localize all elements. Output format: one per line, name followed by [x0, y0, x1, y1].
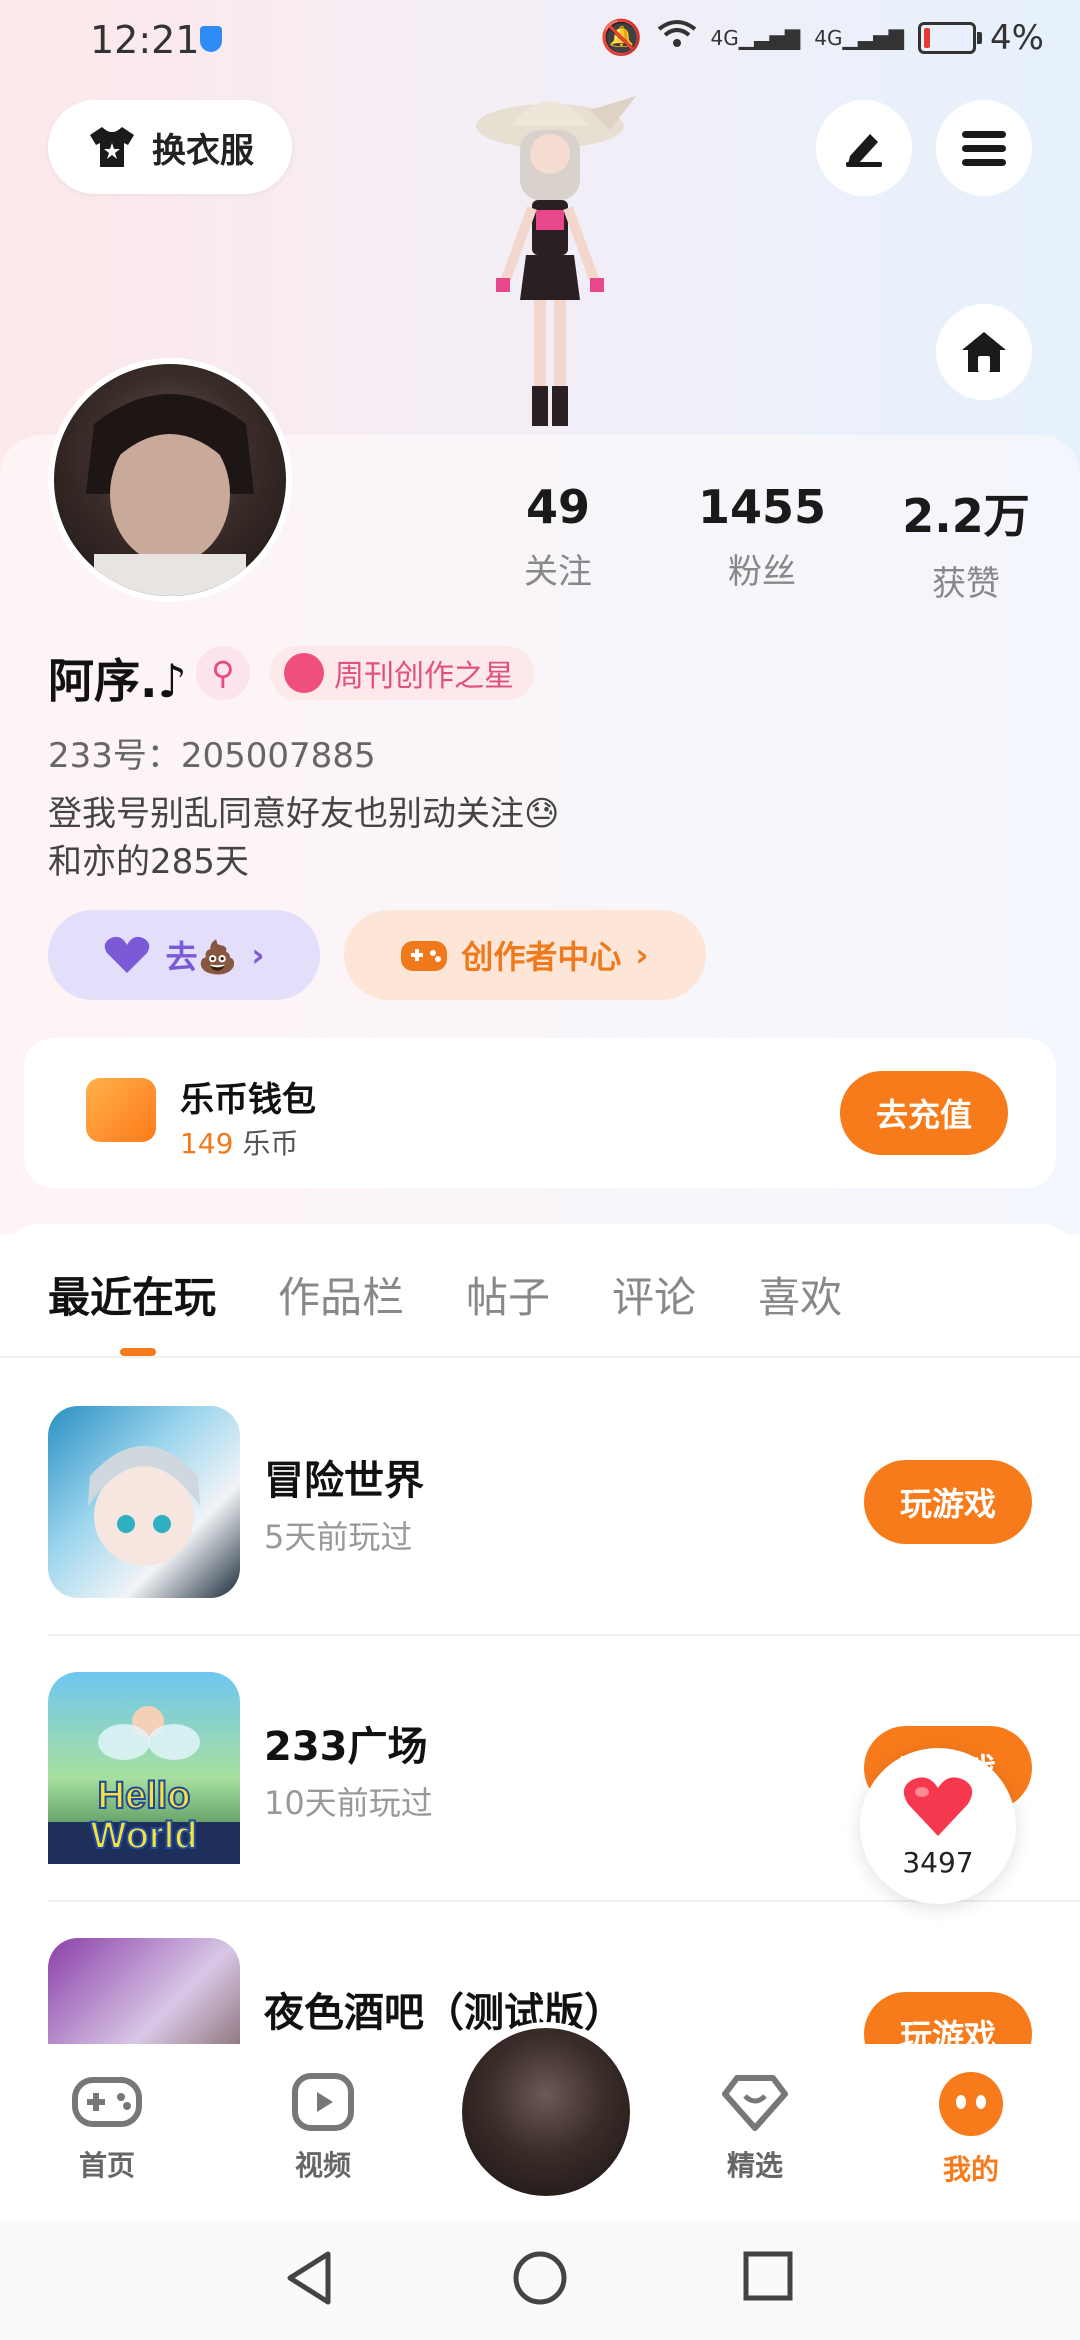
play-game-button[interactable]: 玩游戏: [864, 1460, 1032, 1544]
shield-icon: [200, 26, 222, 52]
edit-pen-icon: [846, 134, 882, 167]
avatar[interactable]: [48, 358, 292, 602]
change-outfit-label: 换衣服: [152, 130, 254, 171]
nav-video[interactable]: 视频: [248, 2072, 398, 2184]
stat-fans[interactable]: 1455 粉丝: [662, 480, 862, 593]
heart-shield-icon: [722, 2075, 788, 2131]
play-game-button[interactable]: 玩游戏: [864, 1992, 1032, 2044]
nav-mine[interactable]: 我的: [896, 2072, 1046, 2188]
badge-label: 周刊创作之星: [334, 659, 514, 694]
game-thumbnail[interactable]: Hello World: [48, 1672, 240, 1864]
tab-likes[interactable]: 喜欢: [758, 1264, 842, 1325]
menu-button[interactable]: [936, 100, 1032, 196]
floating-like-button[interactable]: 3497: [860, 1748, 1016, 1904]
nav-label: 首页: [78, 2149, 135, 2182]
purple-heart-icon: [105, 936, 150, 973]
nav-featured[interactable]: 精选: [680, 2072, 830, 2184]
home-icon: [962, 332, 1006, 372]
wallet-amount: 149: [180, 1127, 234, 1160]
stat-label: 粉丝: [728, 552, 796, 592]
battery-icon: [918, 22, 983, 54]
nav-label: 视频: [294, 2149, 351, 2182]
shirt-icon: [90, 127, 134, 167]
star-badge-icon: [284, 653, 324, 693]
avatar-3d-figure[interactable]: [440, 90, 660, 430]
user-id: 233号：205007885: [48, 736, 376, 776]
stat-value: 1455: [697, 480, 827, 534]
signal-icon: 4G▁▃▅▇: [710, 26, 801, 50]
bio-line-1: 登我号别乱同意好友也别动关注😓: [48, 794, 560, 834]
wallet-card[interactable]: 乐币钱包 149 乐币 去充值: [24, 1038, 1056, 1188]
back-icon[interactable]: [284, 2250, 334, 2306]
game-name: 233广场: [264, 1724, 428, 1770]
mute-bell-icon: 🔕: [600, 18, 643, 58]
wifi-icon: [657, 18, 697, 58]
content-section: 最近在玩 作品栏 帖子 评论 喜欢 冒险世界 5天前玩过 玩游戏 Hello W…: [0, 1224, 1080, 2044]
wallet-balance: 149 乐币: [180, 1122, 298, 1162]
status-time: 12:21: [90, 18, 200, 62]
tab-works[interactable]: 作品栏: [278, 1264, 404, 1325]
video-icon: [292, 2073, 354, 2131]
active-tab-indicator: [120, 1348, 156, 1356]
tab-comments[interactable]: 评论: [612, 1264, 696, 1325]
creator-star-badge[interactable]: 周刊创作之星: [270, 646, 534, 700]
game-name: 冒险世界: [264, 1458, 424, 1504]
bio-line-2: 和亦的285天: [48, 842, 249, 882]
game-last-played: 5天前玩过: [264, 1518, 413, 1556]
stat-label: 关注: [524, 552, 592, 592]
game-thumbnail[interactable]: [48, 1406, 240, 1598]
nav-label: 精选: [726, 2149, 783, 2182]
stat-value: 49: [525, 480, 590, 534]
divider: [48, 1634, 1080, 1636]
home-circle-icon[interactable]: [512, 2250, 568, 2306]
nav-home[interactable]: 首页: [32, 2072, 182, 2184]
wallet-icon: [86, 1078, 156, 1142]
creator-center-label: 创作者中心: [461, 938, 622, 976]
tab-bar: 最近在玩 作品栏 帖子 评论 喜欢: [48, 1264, 904, 1325]
chevron-right-icon: ›: [251, 936, 265, 974]
gamepad-icon: [401, 941, 448, 971]
tab-recent[interactable]: 最近在玩: [48, 1264, 216, 1325]
bio: 登我号别乱同意好友也别动关注😓 和亦的285天: [48, 790, 559, 886]
like-count: 3497: [902, 1846, 974, 1879]
creator-center-button[interactable]: 创作者中心 ›: [344, 910, 706, 1000]
stat-value: 2.2万: [902, 489, 1030, 543]
nav-label: 我的: [942, 2153, 999, 2186]
chevron-right-icon: ›: [635, 936, 649, 974]
system-nav-bar: [0, 2220, 1080, 2340]
tab-posts[interactable]: 帖子: [466, 1264, 550, 1325]
home-button[interactable]: [936, 304, 1032, 400]
recharge-button[interactable]: 去充值: [840, 1071, 1008, 1155]
svg-text:Hello: Hello: [98, 1775, 191, 1817]
fancy-link-label: 去💩: [165, 938, 238, 976]
change-outfit-button[interactable]: 换衣服: [48, 100, 292, 194]
face-icon: [939, 2072, 1003, 2136]
wallet-title: 乐币钱包: [180, 1080, 316, 1120]
menu-lines-icon: [962, 131, 1006, 166]
username: 阿序.♪: [48, 654, 187, 708]
gamepad-icon: [72, 2077, 142, 2127]
divider: [0, 1356, 1080, 1358]
game-thumbnail[interactable]: [48, 1938, 240, 2044]
gender-female-icon: ⚲: [196, 646, 250, 700]
stat-following[interactable]: 49 关注: [458, 480, 658, 593]
signal-icon-2: 4G▁▃▅▇: [814, 26, 905, 50]
nav-center-avatar[interactable]: [456, 2022, 636, 2202]
recents-icon[interactable]: [742, 2250, 794, 2302]
wallet-unit: 乐币: [242, 1127, 299, 1160]
game-row[interactable]: 冒险世界 5天前玩过 玩游戏: [0, 1406, 1080, 1672]
fancy-link-button[interactable]: 去💩 ›: [48, 910, 320, 1000]
bottom-nav: 首页 视频 精选 我的: [0, 2022, 1080, 2220]
edit-profile-button[interactable]: [816, 100, 912, 196]
stat-likes[interactable]: 2.2万 获赞: [866, 480, 1066, 605]
battery-percent: 4%: [990, 18, 1044, 58]
status-right: 🔕 4G▁▃▅▇ 4G▁▃▅▇ 4%: [600, 18, 1044, 58]
game-last-played: 10天前玩过: [264, 1784, 433, 1822]
stat-label: 获赞: [932, 564, 1000, 604]
svg-text:World: World: [91, 1815, 198, 1857]
heart-icon: [903, 1777, 973, 1836]
